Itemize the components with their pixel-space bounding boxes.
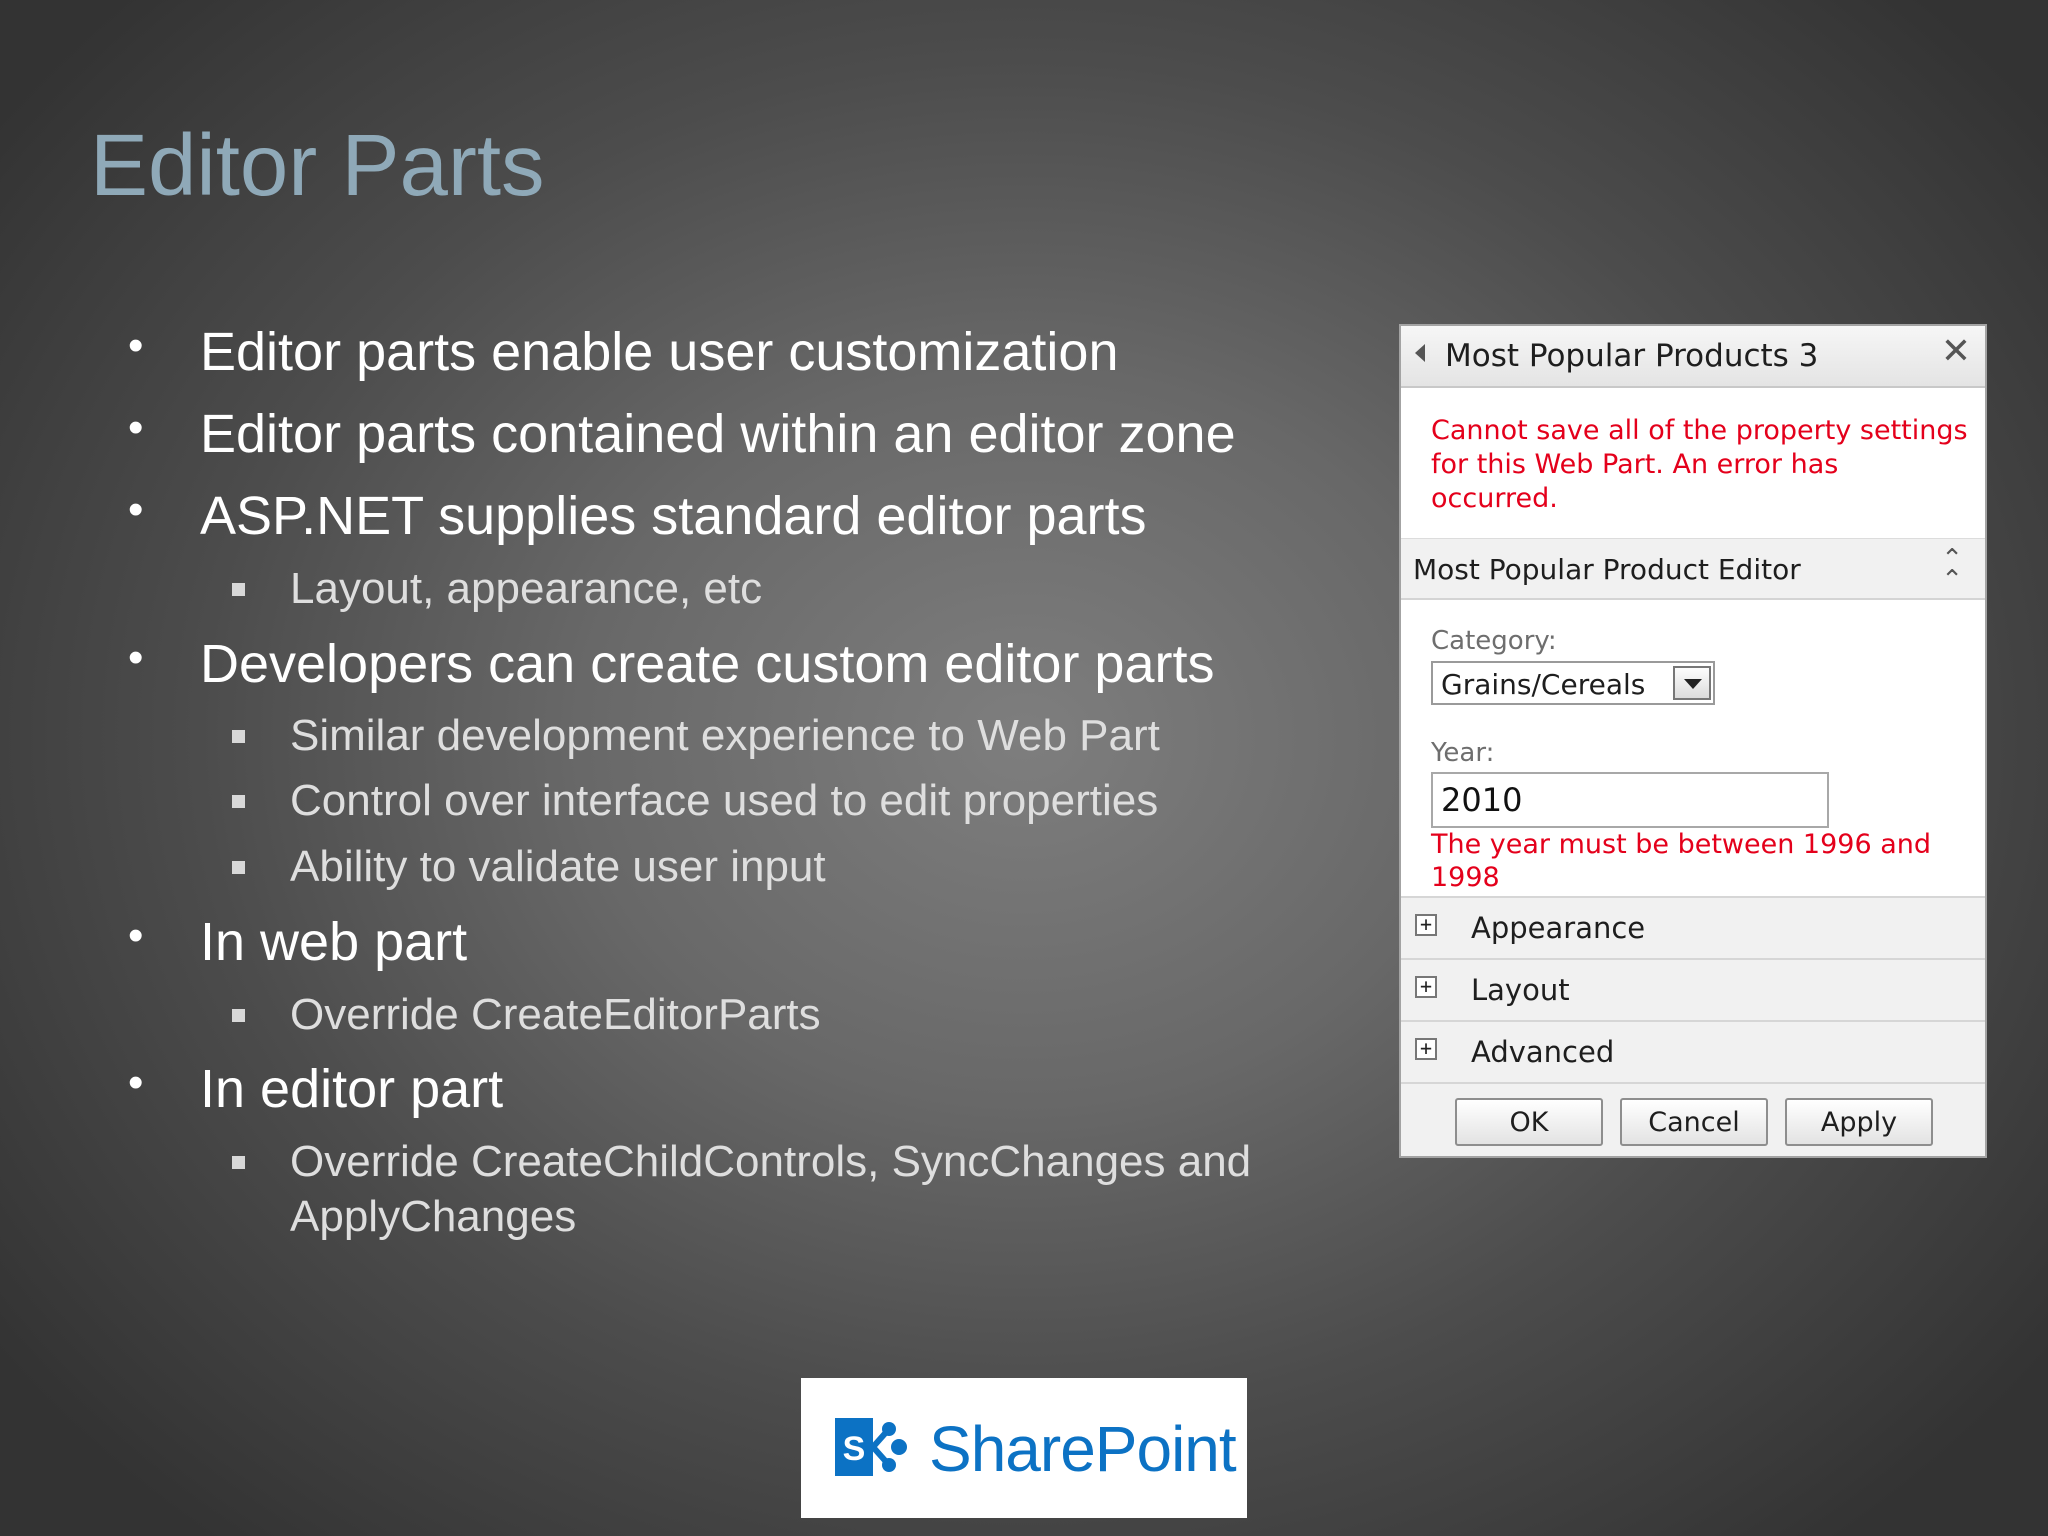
- group-label: Layout: [1471, 973, 1570, 1007]
- sub-bullet-item: Similar development experience to Web Pa…: [232, 711, 1160, 761]
- sub-bullet-item: Layout, appearance, etc: [232, 564, 763, 614]
- category-selected-value: Grains/Cereals: [1441, 668, 1646, 701]
- group-label: Advanced: [1471, 1035, 1615, 1069]
- sub-bullet-text: Override CreateChildControls, SyncChange…: [290, 1137, 1252, 1186]
- bullet-dot-icon: •: [128, 1058, 144, 1107]
- collapse-up-icon[interactable]: ⌃ ⌃: [1941, 546, 1963, 593]
- sub-bullet-text: Ability to validate user input: [290, 842, 826, 891]
- bullet-dot-icon: •: [128, 321, 144, 370]
- sub-bullet-item: Control over interface used to edit prop…: [232, 776, 1159, 826]
- bullet-text: Editor parts contained within an editor …: [200, 404, 1236, 464]
- close-icon[interactable]: ✕: [1941, 334, 1971, 370]
- bullet-item: • ASP.NET supplies standard editor parts: [128, 485, 1147, 547]
- bullet-dot-icon: •: [128, 633, 144, 682]
- back-arrow-icon[interactable]: [1415, 344, 1425, 362]
- bullet-item: • In web part: [128, 911, 468, 973]
- year-error-message: The year must be between 1996 and 1998: [1431, 829, 1932, 893]
- button-bar: OK Cancel Apply: [1401, 1082, 1985, 1156]
- bullet-item: • Editor parts contained within an edito…: [128, 403, 1236, 465]
- year-input[interactable]: [1431, 772, 1829, 828]
- square-bullet-icon: [232, 1156, 245, 1169]
- square-bullet-icon: [232, 1009, 245, 1022]
- apply-button[interactable]: Apply: [1785, 1098, 1933, 1146]
- group-advanced[interactable]: + Advanced: [1401, 1020, 1985, 1082]
- bullet-dot-icon: •: [128, 485, 144, 534]
- sub-bullet-text: Override CreateEditorParts: [290, 990, 821, 1039]
- category-select[interactable]: Grains/Cereals: [1431, 661, 1715, 705]
- cancel-button[interactable]: Cancel: [1620, 1098, 1768, 1146]
- ok-button[interactable]: OK: [1455, 1098, 1603, 1146]
- pane-title: Most Popular Products 3: [1445, 338, 1819, 374]
- square-bullet-icon: [232, 861, 245, 874]
- sharepoint-logo: S SharePoint: [801, 1378, 1247, 1518]
- chevron-down-icon[interactable]: [1673, 666, 1711, 700]
- category-label: Category:: [1431, 626, 1557, 656]
- editor-pane: Most Popular Products 3 ✕ Cannot save al…: [1399, 324, 1987, 1158]
- group-label: Appearance: [1471, 911, 1646, 945]
- bullet-text: In web part: [200, 912, 468, 972]
- sub-bullet-item: Override CreateChildControls, SyncChange…: [232, 1137, 1252, 1187]
- bullet-item: • Editor parts enable user customization: [128, 321, 1119, 383]
- logo-mark-letter: S: [843, 1430, 866, 1468]
- bullet-text: Developers can create custom editor part…: [200, 634, 1215, 694]
- bullet-dot-icon: •: [128, 403, 144, 452]
- group-appearance[interactable]: + Appearance: [1401, 896, 1985, 958]
- pane-header: Most Popular Products 3 ✕: [1401, 326, 1985, 388]
- square-bullet-icon: [232, 583, 245, 596]
- square-bullet-icon: [232, 730, 245, 743]
- bullet-text: In editor part: [200, 1059, 504, 1119]
- year-label: Year:: [1431, 738, 1495, 768]
- bullet-text: Editor parts enable user customization: [200, 322, 1119, 382]
- expand-plus-icon[interactable]: +: [1415, 1038, 1437, 1060]
- sub-bullet-text-continued: ApplyChanges: [290, 1192, 577, 1241]
- expand-plus-icon[interactable]: +: [1415, 914, 1437, 936]
- sub-bullet-item: Ability to validate user input: [232, 842, 826, 892]
- group-layout[interactable]: + Layout: [1401, 958, 1985, 1020]
- sub-bullet-item: Override CreateEditorParts: [232, 990, 821, 1040]
- bullet-item: • In editor part: [128, 1058, 504, 1120]
- sub-bullet-text: Layout, appearance, etc: [290, 564, 763, 613]
- logo-text: SharePoint: [929, 1413, 1237, 1485]
- sub-bullet-text: Control over interface used to edit prop…: [290, 776, 1159, 825]
- bullet-text: ASP.NET supplies standard editor parts: [200, 486, 1147, 546]
- bullet-dot-icon: •: [128, 911, 144, 960]
- expand-plus-icon[interactable]: +: [1415, 976, 1437, 998]
- section-title: Most Popular Product Editor: [1413, 553, 1801, 586]
- square-bullet-icon: [232, 795, 245, 808]
- sub-bullet-text: Similar development experience to Web Pa…: [290, 711, 1160, 760]
- bullet-list: • Editor parts enable user customization…: [0, 0, 1360, 1300]
- bullet-item: • Developers can create custom editor pa…: [128, 633, 1215, 695]
- sharepoint-logo-icon: S: [835, 1418, 907, 1476]
- editor-section-header[interactable]: Most Popular Product Editor ⌃ ⌃: [1401, 538, 1985, 600]
- save-error-message: Cannot save all of the property settings…: [1431, 415, 1968, 514]
